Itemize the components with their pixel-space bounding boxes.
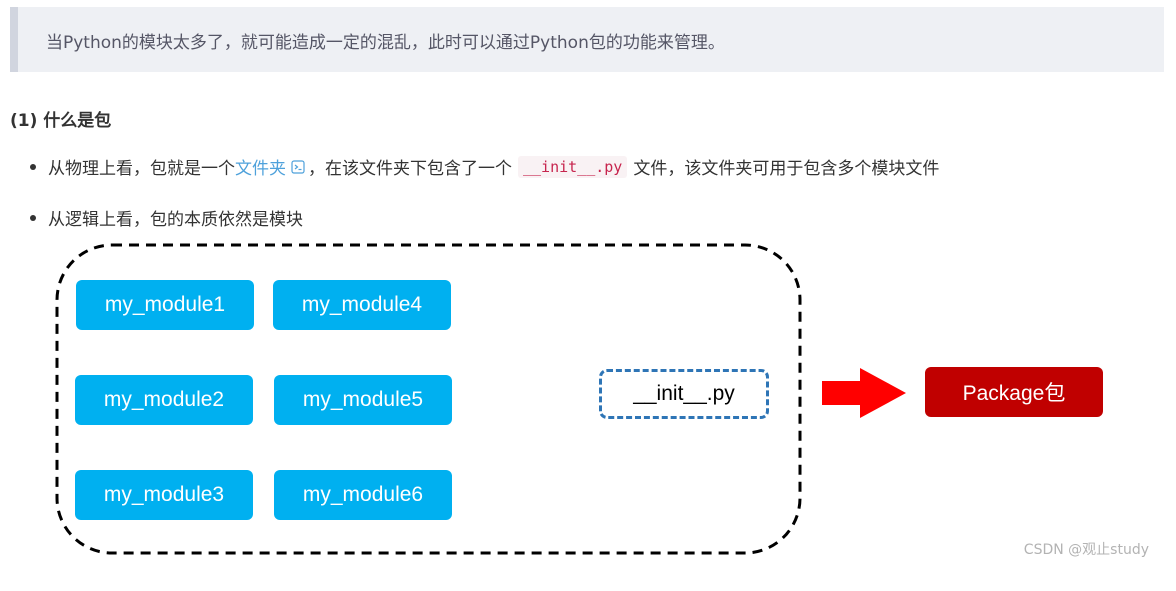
watermark: CSDN @观止study [1023, 542, 1149, 558]
module-box: my_module4 [273, 280, 451, 330]
init-file-box: __init__.py [599, 369, 769, 419]
module-box: my_module5 [274, 375, 452, 425]
package-box: Package包 [925, 367, 1103, 417]
module-box: my_module2 [75, 375, 253, 425]
module-box: my_module6 [274, 470, 452, 520]
module-box: my_module1 [76, 280, 254, 330]
arrow-icon [822, 368, 906, 418]
module-box: my_module3 [75, 470, 253, 520]
